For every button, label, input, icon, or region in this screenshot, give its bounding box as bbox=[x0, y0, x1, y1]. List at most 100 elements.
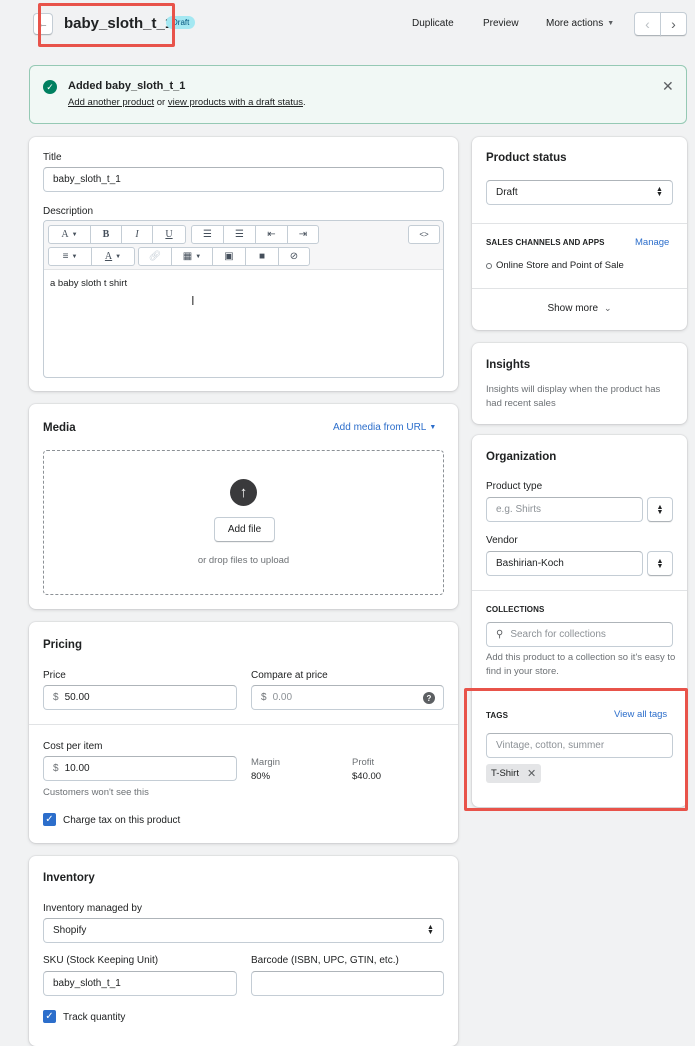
back-button[interactable]: ← bbox=[33, 13, 53, 35]
bold-label: B bbox=[102, 229, 110, 240]
manage-channels-link[interactable]: Manage bbox=[635, 237, 669, 248]
add-file-button[interactable]: Add file bbox=[214, 517, 275, 542]
indent-button[interactable]: ⇥ bbox=[287, 225, 319, 244]
more-actions-label: More actions bbox=[546, 18, 604, 29]
insights-card: Insights Insights will display when the … bbox=[472, 343, 687, 424]
compare-price-input[interactable]: $ 0.00 ? bbox=[251, 685, 444, 710]
add-media-url-link[interactable]: Add media from URL ▼ bbox=[333, 422, 436, 433]
preview-button[interactable]: Preview bbox=[483, 18, 519, 29]
inventory-managed-label: Inventory managed by bbox=[43, 903, 142, 914]
channel-item: Online Store and Point of Sale bbox=[486, 260, 624, 271]
channel-label: Online Store and Point of Sale bbox=[496, 260, 624, 271]
margin-value: 80% bbox=[251, 771, 271, 782]
outdent-button[interactable]: ⇤ bbox=[255, 225, 288, 244]
previous-product-button[interactable]: ‹ bbox=[634, 12, 661, 36]
product-details-card: Title baby_sloth_t_1 Description A ▼ B I… bbox=[29, 137, 458, 391]
view-all-tags-link[interactable]: View all tags bbox=[614, 709, 667, 720]
link-icon: 🔗︎ bbox=[148, 251, 162, 262]
select-arrows-icon: ▲ ▼ bbox=[427, 923, 434, 936]
product-type-input[interactable]: e.g. Shirts bbox=[486, 497, 643, 522]
font-format-button[interactable]: A ▼ bbox=[48, 225, 91, 244]
pricing-card: Pricing Price $ 50.00 Compare at price $… bbox=[29, 622, 458, 843]
select-arrows-icon: ▲ ▼ bbox=[656, 557, 664, 570]
status-badge: Draft bbox=[166, 16, 196, 29]
insert-image-button[interactable]: ▣ bbox=[212, 247, 246, 266]
tag-label: T-Shirt bbox=[491, 768, 519, 779]
pricing-divider bbox=[29, 724, 458, 725]
font-format-label: A bbox=[61, 229, 69, 240]
search-icon: ⚲ bbox=[496, 629, 504, 640]
insights-text: Insights will display when the product h… bbox=[486, 384, 661, 409]
banner-title: Added baby_sloth_t_1 bbox=[68, 80, 186, 92]
cost-input[interactable]: $ 10.00 bbox=[43, 756, 237, 781]
title-value: baby_sloth_t_1 bbox=[53, 174, 121, 185]
remove-tag-icon[interactable]: ✕ bbox=[527, 767, 536, 780]
status-divider-2 bbox=[472, 288, 687, 289]
duplicate-button[interactable]: Duplicate bbox=[412, 18, 454, 29]
next-product-button[interactable]: › bbox=[660, 12, 687, 36]
question-circle-icon[interactable]: ? bbox=[423, 692, 435, 704]
inventory-managed-select[interactable]: Shopify ▲ ▼ bbox=[43, 918, 444, 943]
cost-currency: $ bbox=[53, 763, 59, 774]
title-input[interactable]: baby_sloth_t_1 bbox=[43, 167, 444, 192]
sales-channels-heading: SALES CHANNELS AND APPS bbox=[486, 238, 605, 247]
numbered-list-button[interactable]: ☰ bbox=[223, 225, 256, 244]
show-more-button[interactable]: Show more ⌄ bbox=[472, 303, 687, 314]
collections-search-input[interactable]: ⚲ Search for collections bbox=[486, 622, 673, 647]
insert-video-button[interactable]: ■ bbox=[245, 247, 279, 266]
inventory-managed-value: Shopify bbox=[53, 925, 87, 936]
track-quantity-label: Track quantity bbox=[63, 1012, 126, 1023]
tags-input[interactable]: Vintage, cotton, summer bbox=[486, 733, 673, 758]
tags-heading: TAGS bbox=[486, 711, 509, 720]
product-type-placeholder: e.g. Shirts bbox=[496, 504, 542, 515]
show-html-button[interactable]: <> bbox=[408, 225, 440, 244]
media-card: Media Add media from URL ▼ ↑ Add file or… bbox=[29, 404, 458, 609]
price-input[interactable]: $ 50.00 bbox=[43, 685, 237, 710]
sku-input[interactable]: baby_sloth_t_1 bbox=[43, 971, 237, 996]
select-arrows-icon: ▲ ▼ bbox=[656, 503, 664, 516]
product-type-select-button[interactable]: ▲ ▼ bbox=[647, 497, 673, 522]
text-color-button[interactable]: A ▼ bbox=[91, 247, 135, 266]
banner-text: Add another product or view products wit… bbox=[68, 97, 306, 108]
description-editor: A ▼ B I U ☰ ☰ ⇤ ⇥ <> ≡ ▼ A ▼ 🔗︎ ▦ ▼ ▣ ■ … bbox=[43, 220, 444, 378]
charge-tax-checkbox[interactable]: ✓ bbox=[43, 813, 56, 826]
insert-table-button[interactable]: ▦ ▼ bbox=[171, 247, 213, 266]
barcode-input[interactable] bbox=[251, 971, 444, 996]
sku-label: SKU (Stock Keeping Unit) bbox=[43, 955, 159, 966]
add-another-product-link[interactable]: Add another product bbox=[68, 97, 154, 108]
bulleted-list-button[interactable]: ☰ bbox=[191, 225, 224, 244]
product-status-select[interactable]: Draft ▲ ▼ bbox=[486, 180, 673, 205]
text-cursor-icon: I bbox=[191, 293, 195, 308]
organization-divider bbox=[472, 590, 687, 591]
insert-link-button[interactable]: 🔗︎ bbox=[138, 247, 172, 266]
organization-title: Organization bbox=[486, 451, 557, 463]
cost-label: Cost per item bbox=[43, 741, 103, 752]
bold-button[interactable]: B bbox=[90, 225, 122, 244]
text-color-icon: A bbox=[104, 251, 113, 262]
track-quantity-checkbox[interactable]: ✓ bbox=[43, 1010, 56, 1023]
tags-placeholder: Vintage, cotton, summer bbox=[496, 740, 605, 751]
organization-divider-2 bbox=[472, 690, 687, 691]
media-dropzone[interactable]: ↑ Add file or drop files to upload bbox=[43, 450, 444, 595]
barcode-label: Barcode (ISBN, UPC, GTIN, etc.) bbox=[251, 955, 399, 966]
italic-button[interactable]: I bbox=[121, 225, 153, 244]
outdent-icon: ⇤ bbox=[267, 229, 276, 240]
close-icon[interactable]: ✕ bbox=[662, 78, 674, 95]
view-draft-products-link[interactable]: view products with a draft status bbox=[168, 97, 303, 108]
align-button[interactable]: ≡ ▼ bbox=[48, 247, 92, 266]
profit-value: $40.00 bbox=[352, 771, 382, 782]
description-text[interactable]: a baby sloth t shirt bbox=[50, 278, 127, 289]
success-banner: ✓ Added baby_sloth_t_1 Add another produ… bbox=[29, 65, 687, 124]
more-actions-button[interactable]: More actions ▼ bbox=[546, 18, 614, 29]
vendor-select-button[interactable]: ▲ ▼ bbox=[647, 551, 673, 576]
clear-formatting-button[interactable]: ⊘ bbox=[278, 247, 310, 266]
caret-down-icon: ▼ bbox=[71, 253, 78, 260]
product-status-card: Product status Draft ▲ ▼ SALES CHANNELS A… bbox=[472, 137, 687, 330]
vendor-input[interactable]: Bashirian-Koch bbox=[486, 551, 643, 576]
organization-card: Organization Product type e.g. Shirts ▲ ▼… bbox=[472, 435, 687, 807]
inventory-card: Inventory Inventory managed by Shopify ▲… bbox=[29, 856, 458, 1046]
price-value: 50.00 bbox=[64, 692, 90, 703]
italic-label: I bbox=[135, 229, 139, 240]
status-divider bbox=[472, 223, 687, 224]
underline-button[interactable]: U bbox=[152, 225, 186, 244]
